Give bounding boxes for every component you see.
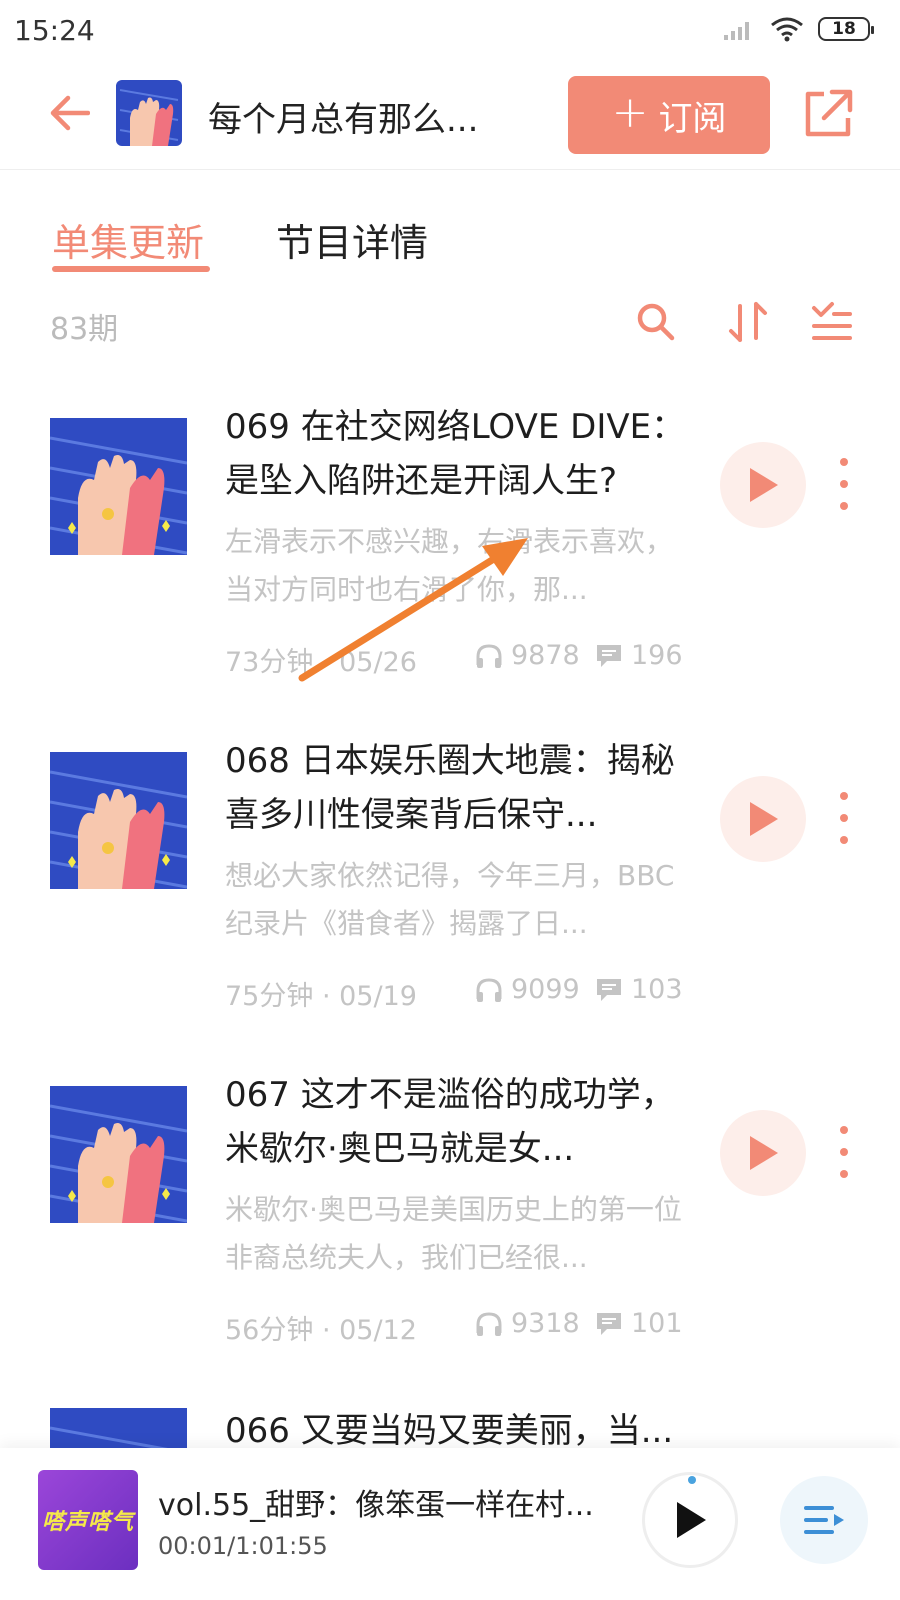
episode-description: 想必大家依然记得，今年三月，BBC纪录片《猎食者》揭露了日... xyxy=(225,859,675,940)
episode-duration: 73分钟 xyxy=(225,647,314,678)
episode-duration: 56分钟 xyxy=(225,1315,314,1346)
comment-count: 101 xyxy=(631,1308,683,1339)
play-button[interactable] xyxy=(720,1110,806,1196)
now-playing-cover-text: 嗒声嗒气 xyxy=(41,1510,134,1535)
episode-title: 066 又要当妈又要美丽，当... xyxy=(225,1411,674,1448)
signal-icon xyxy=(724,22,749,40)
episode-date: 05/26 xyxy=(339,647,417,678)
status-bar: 15:24 18 xyxy=(0,0,900,62)
subscribe-button[interactable]: + 订阅 xyxy=(568,76,770,154)
now-playing-time: 00:01/1:01:55 xyxy=(158,1532,328,1560)
episode-cover xyxy=(50,418,187,555)
back-arrow-icon xyxy=(50,95,90,131)
podcast-title: 每个月总有那么... xyxy=(208,100,479,140)
episode-duration-date: 56分钟 · 05/12 xyxy=(225,1315,417,1346)
share-button[interactable] xyxy=(800,86,856,142)
more-button[interactable] xyxy=(832,458,856,510)
tab-bar: 单集更新 节目详情 xyxy=(0,200,900,280)
wifi-icon xyxy=(771,17,803,42)
listen-count: 9878 xyxy=(511,640,580,671)
more-button[interactable] xyxy=(832,792,856,844)
playback-progress-indicator xyxy=(688,1476,696,1484)
now-playing-bar[interactable]: 嗒声嗒气 vol.55_甜野：像笨蛋一样在村... 00:01/1:01:55 xyxy=(0,1448,900,1600)
episode-listens: 9318 xyxy=(475,1308,580,1339)
share-icon xyxy=(805,89,853,137)
subscribe-label: 订阅 xyxy=(658,98,727,139)
now-playing-cover: 嗒声嗒气 xyxy=(38,1470,138,1570)
episode-meta: 56分钟 · 05/12 9318 101 xyxy=(225,1306,695,1346)
playlist-button[interactable] xyxy=(780,1476,868,1564)
playlist-icon xyxy=(804,1506,844,1534)
episode-duration-date: 75分钟 · 05/19 xyxy=(225,981,417,1012)
header: 每个月总有那么... + 订阅 xyxy=(0,62,900,170)
status-icons: 18 xyxy=(722,16,874,42)
listen-count: 9099 xyxy=(511,974,580,1005)
back-button[interactable] xyxy=(44,88,94,138)
headphones-icon xyxy=(476,1311,502,1336)
play-icon xyxy=(750,468,778,502)
episode-date: 05/12 xyxy=(339,1315,417,1346)
play-button[interactable] xyxy=(720,776,806,862)
play-button[interactable] xyxy=(720,442,806,528)
episode-meta: 75分钟 · 05/19 9099 103 xyxy=(225,972,695,1012)
episode-item[interactable]: 066 又要当妈又要美丽，当... xyxy=(0,1402,900,1448)
episode-listens: 9878 xyxy=(475,640,580,671)
headphones-icon xyxy=(476,977,502,1002)
now-playing-title: vol.55_甜野：像笨蛋一样在村... xyxy=(158,1488,594,1523)
headphones-icon xyxy=(476,643,502,668)
episode-item[interactable]: 069 在社交网络LOVE DIVE：是坠入陷阱还是开阔人生? 左滑表示不感兴趣… xyxy=(0,400,900,730)
episode-comments: 103 xyxy=(595,974,683,1005)
sort-button[interactable] xyxy=(726,300,770,344)
now-playing-play-button[interactable] xyxy=(642,1472,738,1568)
filter-icon xyxy=(812,302,852,340)
episode-toolbar: 83期 xyxy=(0,294,900,354)
play-icon xyxy=(750,802,778,836)
more-button[interactable] xyxy=(832,1126,856,1178)
episode-item[interactable]: 068 日本娱乐圈大地震：揭秘喜多川性侵案背后保守... 想必大家依然记得，今年… xyxy=(0,734,900,1064)
episode-listens: 9099 xyxy=(475,974,580,1005)
episode-cover xyxy=(50,752,187,889)
more-icon xyxy=(840,792,848,800)
tab-active-indicator xyxy=(52,266,210,272)
episode-title: 067 这才不是滥俗的成功学，米歇尔·奥巴马就是女... xyxy=(225,1075,675,1169)
search-icon xyxy=(637,303,675,341)
episode-meta: 73分钟 · 05/26 9878 196 xyxy=(225,638,695,678)
comment-icon xyxy=(597,978,621,1001)
episode-title: 068 日本娱乐圈大地震：揭秘喜多川性侵案背后保守... xyxy=(225,741,675,835)
sort-icon xyxy=(729,302,767,342)
episode-cover xyxy=(50,1086,187,1223)
episode-cover xyxy=(50,1408,187,1448)
episode-duration-date: 73分钟 · 05/26 xyxy=(225,647,417,678)
episode-description: 米歇尔·奥巴马是美国历史上的第一位非裔总统夫人，我们已经很... xyxy=(225,1193,682,1274)
episode-duration: 75分钟 xyxy=(225,981,314,1012)
play-icon xyxy=(677,1502,706,1538)
episode-title: 069 在社交网络LOVE DIVE：是坠入陷阱还是开阔人生? xyxy=(225,407,686,501)
status-time: 15:24 xyxy=(14,14,95,47)
comment-icon xyxy=(597,644,621,667)
comment-count: 103 xyxy=(631,974,683,1005)
tab-details[interactable]: 节目详情 xyxy=(276,212,428,267)
battery-indicator: 18 xyxy=(818,17,874,41)
listen-count: 9318 xyxy=(511,1308,580,1339)
search-button[interactable] xyxy=(634,300,678,344)
filter-button[interactable] xyxy=(810,300,854,344)
episode-item[interactable]: 067 这才不是滥俗的成功学，米歇尔·奥巴马就是女... 米歇尔·奥巴马是美国历… xyxy=(0,1068,900,1398)
podcast-cover xyxy=(116,80,182,146)
play-icon xyxy=(750,1136,778,1170)
more-icon xyxy=(840,1126,848,1134)
comment-icon xyxy=(597,1312,621,1335)
tab-episodes[interactable]: 单集更新 xyxy=(52,212,204,267)
comment-count: 196 xyxy=(631,640,683,671)
episode-comments: 101 xyxy=(595,1308,683,1339)
episode-comments: 196 xyxy=(595,640,683,671)
episode-date: 05/19 xyxy=(339,981,417,1012)
more-icon xyxy=(840,458,848,466)
episode-description: 左滑表示不感兴趣，右滑表示喜欢，当对方同时也右滑了你，那... xyxy=(225,525,674,606)
episode-count: 83期 xyxy=(50,312,119,347)
plus-icon: + xyxy=(611,87,649,138)
